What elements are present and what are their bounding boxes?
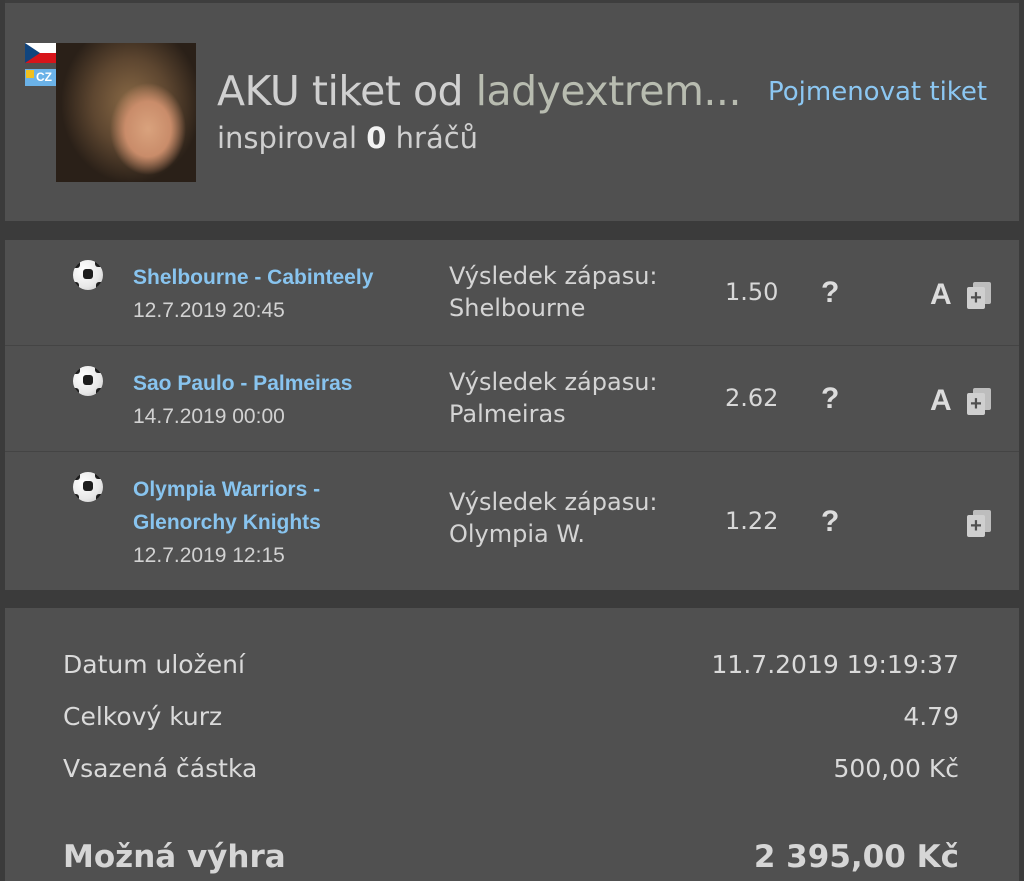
match-date: 12.7.2019 12:15 xyxy=(133,544,285,567)
user-avatar[interactable] xyxy=(56,43,196,182)
ticket-header: CZ AKU tiket od ladyextrem... inspiroval… xyxy=(5,0,1019,221)
match-name[interactable]: Sao Paulo - Palmeiras xyxy=(133,367,433,400)
help-icon[interactable]: ? xyxy=(821,505,839,539)
soccer-ball-icon xyxy=(73,260,103,290)
possible-win-value: 2 395,00 Kč xyxy=(753,839,959,875)
inspired-count: 0 xyxy=(366,121,387,155)
soccer-ball-icon xyxy=(73,472,103,502)
inspired-prefix: inspiroval xyxy=(217,121,358,155)
match-result: Výsledek zápasu: Palmeiras xyxy=(449,366,658,430)
match-odds: 1.22 xyxy=(725,507,779,535)
match-result: Výsledek zápasu: Olympia W. xyxy=(449,486,658,550)
rename-ticket-link[interactable]: Pojmenovat tiket xyxy=(768,77,987,107)
match-row: Sao Paulo - Palmeiras 14.7.2019 00:00 Vý… xyxy=(5,346,1019,452)
result-value: Palmeiras xyxy=(449,400,566,428)
add-to-ticket-icon[interactable]: + xyxy=(967,388,991,415)
possible-win-label: Možná výhra xyxy=(63,839,286,875)
match-odds: 1.50 xyxy=(725,278,779,306)
ticket-title: AKU tiket od ladyextrem... xyxy=(217,67,742,115)
stake-label: Vsazená částka xyxy=(63,754,258,783)
result-value: Shelbourne xyxy=(449,294,586,322)
match-row: Olympia Warriors - Glenorchy Knights 12.… xyxy=(5,452,1019,590)
match-odds: 2.62 xyxy=(725,384,779,412)
title-username[interactable]: ladyextrem... xyxy=(476,67,742,115)
match-date: 14.7.2019 00:00 xyxy=(133,405,285,428)
ticket-summary: Datum uložení 11.7.2019 19:19:37 Celkový… xyxy=(5,608,1019,881)
country-badge: CZ xyxy=(25,69,56,86)
help-icon[interactable]: ? xyxy=(821,276,839,310)
match-name[interactable]: Olympia Warriors - Glenorchy Knights xyxy=(133,473,433,539)
inspired-suffix: hráčů xyxy=(395,121,479,155)
result-label: Výsledek zápasu: xyxy=(449,488,658,516)
result-value: Olympia W. xyxy=(449,520,585,548)
tag-a-icon: A xyxy=(930,384,952,417)
user-flags: CZ xyxy=(25,43,57,86)
match-name-line[interactable]: Olympia Warriors - xyxy=(133,473,433,506)
match-name[interactable]: Shelbourne - Cabinteely xyxy=(133,261,433,294)
add-to-ticket-icon[interactable]: + xyxy=(967,282,991,309)
add-to-ticket-icon[interactable]: + xyxy=(967,510,991,537)
match-date: 12.7.2019 20:45 xyxy=(133,299,285,322)
czech-flag-icon xyxy=(25,43,56,63)
total-odds-value: 4.79 xyxy=(903,702,959,731)
saved-date-value: 11.7.2019 19:19:37 xyxy=(711,650,959,679)
soccer-ball-icon xyxy=(73,366,103,396)
match-name-line[interactable]: Glenorchy Knights xyxy=(133,506,433,539)
inspired-text: inspiroval 0 hráčů xyxy=(217,121,478,155)
stake-value: 500,00 Kč xyxy=(833,754,959,783)
match-row: Shelbourne - Cabinteely 12.7.2019 20:45 … xyxy=(5,240,1019,346)
tag-a-icon: A xyxy=(930,278,952,311)
result-label: Výsledek zápasu: xyxy=(449,262,658,290)
result-label: Výsledek zápasu: xyxy=(449,368,658,396)
help-icon[interactable]: ? xyxy=(821,382,839,416)
match-result: Výsledek zápasu: Shelbourne xyxy=(449,260,658,324)
total-odds-label: Celkový kurz xyxy=(63,702,223,731)
title-prefix: AKU tiket od xyxy=(217,67,464,115)
saved-date-label: Datum uložení xyxy=(63,650,245,679)
match-list: Shelbourne - Cabinteely 12.7.2019 20:45 … xyxy=(5,240,1019,590)
